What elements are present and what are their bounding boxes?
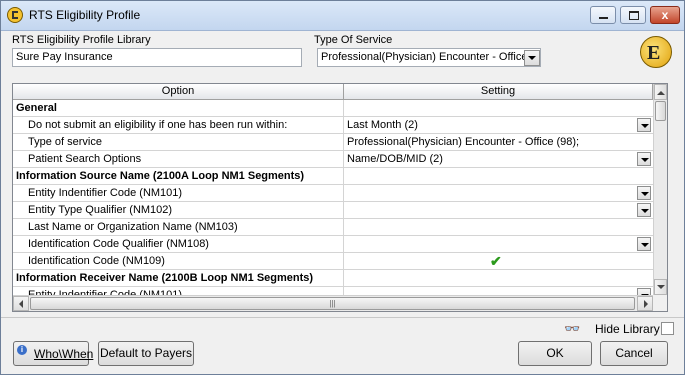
scroll-right-button[interactable] bbox=[637, 296, 653, 311]
setting-cell[interactable] bbox=[344, 219, 653, 236]
setting-cell[interactable] bbox=[344, 168, 653, 185]
title-bar[interactable]: RTS Eligibility Profile x bbox=[1, 1, 684, 31]
chevron-left-icon bbox=[19, 300, 23, 308]
grid-row[interactable]: Identification Code Qualifier (NM108) bbox=[13, 236, 653, 253]
option-label: Do not submit an eligibility if one has … bbox=[13, 117, 344, 134]
setting-dropdown-button[interactable] bbox=[637, 152, 651, 166]
setting-value: Professional(Physician) Encounter - Offi… bbox=[347, 136, 580, 148]
service-dropdown-button[interactable] bbox=[524, 50, 540, 66]
scroll-down-button[interactable] bbox=[654, 279, 667, 295]
setting-dropdown-button[interactable] bbox=[637, 118, 651, 132]
vertical-scrollbar[interactable] bbox=[653, 84, 667, 295]
grid-section-row[interactable]: Information Source Name (2100A Loop NM1 … bbox=[13, 168, 653, 185]
chevron-right-icon bbox=[644, 300, 648, 308]
grid-row[interactable]: Identification Code (NM109) ✔ bbox=[13, 253, 653, 270]
setting-cell[interactable]: Professional(Physician) Encounter - Offi… bbox=[344, 134, 653, 151]
scroll-corner bbox=[653, 295, 667, 311]
hide-library-checkbox[interactable] bbox=[661, 322, 674, 335]
column-header-setting[interactable]: Setting bbox=[344, 84, 653, 100]
setting-dropdown-button[interactable] bbox=[637, 186, 651, 200]
vertical-scroll-thumb[interactable] bbox=[655, 101, 666, 121]
glasses-icon: 👓 bbox=[564, 321, 581, 336]
chevron-down-icon bbox=[528, 56, 536, 60]
column-header-option[interactable]: Option bbox=[13, 84, 344, 100]
grid-row[interactable]: Last Name or Organization Name (NM103) bbox=[13, 219, 653, 236]
setting-cell[interactable] bbox=[344, 100, 653, 117]
setting-cell[interactable] bbox=[344, 270, 653, 287]
app-e-icon bbox=[7, 7, 23, 23]
minimize-button[interactable] bbox=[590, 6, 616, 24]
setting-dropdown-button[interactable] bbox=[637, 203, 651, 217]
library-input[interactable]: Sure Pay Insurance bbox=[12, 48, 302, 67]
horizontal-scroll-thumb[interactable]: ||| bbox=[30, 297, 635, 310]
option-label: Last Name or Organization Name (NM103) bbox=[13, 219, 344, 236]
grid-row[interactable]: Entity Indentifier Code (NM101) bbox=[13, 185, 653, 202]
setting-cell[interactable]: ✔ bbox=[344, 253, 653, 270]
grid-section-row[interactable]: Information Receiver Name (2100B Loop NM… bbox=[13, 270, 653, 287]
option-label: Identification Code Qualifier (NM108) bbox=[13, 236, 344, 253]
chevron-down-icon bbox=[641, 209, 649, 213]
chevron-down-icon bbox=[657, 285, 665, 289]
eligibility-logo-icon: E bbox=[640, 36, 672, 68]
chevron-down-icon bbox=[641, 124, 649, 128]
setting-cell[interactable] bbox=[344, 236, 653, 253]
section-title: Information Source Name (2100A Loop NM1 … bbox=[13, 168, 344, 185]
service-label: Type Of Service bbox=[314, 34, 393, 46]
grid-row[interactable]: Entity Type Qualifier (NM102) bbox=[13, 202, 653, 219]
chevron-up-icon bbox=[657, 91, 665, 95]
library-label: RTS Eligibility Profile Library bbox=[12, 34, 151, 46]
chevron-down-icon bbox=[641, 158, 649, 162]
scroll-up-button[interactable] bbox=[654, 84, 667, 100]
info-person-icon: i bbox=[17, 345, 27, 355]
service-select[interactable]: Professional(Physician) Encounter - Offi… bbox=[317, 48, 541, 67]
grid-row[interactable]: Type of service Professional(Physician) E… bbox=[13, 134, 653, 151]
chevron-down-icon bbox=[641, 192, 649, 196]
option-label: Entity Indentifier Code (NM101) bbox=[13, 185, 344, 202]
setting-cell[interactable]: Name/DOB/MID (2) bbox=[344, 151, 653, 168]
option-label: Patient Search Options bbox=[13, 151, 344, 168]
who-when-button[interactable]: i Who\When bbox=[13, 341, 93, 366]
section-title: General bbox=[13, 100, 344, 117]
chevron-down-icon bbox=[641, 243, 649, 247]
grid-row[interactable]: Patient Search Options Name/DOB/MID (2) bbox=[13, 151, 653, 168]
grid-section-row[interactable]: General bbox=[13, 100, 653, 117]
scroll-left-button[interactable] bbox=[13, 296, 29, 311]
setting-dropdown-button[interactable] bbox=[637, 237, 651, 251]
close-button[interactable]: x bbox=[650, 6, 680, 24]
default-to-payers-button[interactable]: Default to Payers bbox=[98, 341, 194, 366]
window-title: RTS Eligibility Profile bbox=[29, 8, 141, 22]
option-label: Type of service bbox=[13, 134, 344, 151]
setting-cell[interactable] bbox=[344, 202, 653, 219]
section-title: Information Receiver Name (2100B Loop NM… bbox=[13, 270, 344, 287]
maximize-button[interactable] bbox=[620, 6, 646, 24]
service-select-value: Professional(Physician) Encounter - Offi… bbox=[321, 51, 528, 63]
option-label: Entity Type Qualifier (NM102) bbox=[13, 202, 344, 219]
close-icon: x bbox=[661, 8, 669, 22]
cancel-button[interactable]: Cancel bbox=[600, 341, 668, 366]
who-when-label: Who\When bbox=[34, 347, 94, 361]
options-grid: Option Setting General Do not submit an e… bbox=[12, 83, 668, 312]
setting-value: Name/DOB/MID (2) bbox=[347, 153, 443, 165]
checkmark-icon[interactable]: ✔ bbox=[490, 253, 502, 269]
ok-button[interactable]: OK bbox=[518, 341, 592, 366]
grid-row[interactable]: Do not submit an eligibility if one has … bbox=[13, 117, 653, 134]
option-label: Identification Code (NM109) bbox=[13, 253, 344, 270]
eligibility-profile-window: RTS Eligibility Profile x RTS Eligibilit… bbox=[0, 0, 685, 375]
setting-value: Last Month (2) bbox=[347, 119, 418, 131]
setting-cell[interactable]: Last Month (2) bbox=[344, 117, 653, 134]
footer-divider bbox=[1, 317, 684, 318]
horizontal-scrollbar[interactable]: ||| bbox=[13, 295, 653, 311]
setting-cell[interactable] bbox=[344, 185, 653, 202]
hide-library-label: Hide Library bbox=[595, 322, 660, 336]
